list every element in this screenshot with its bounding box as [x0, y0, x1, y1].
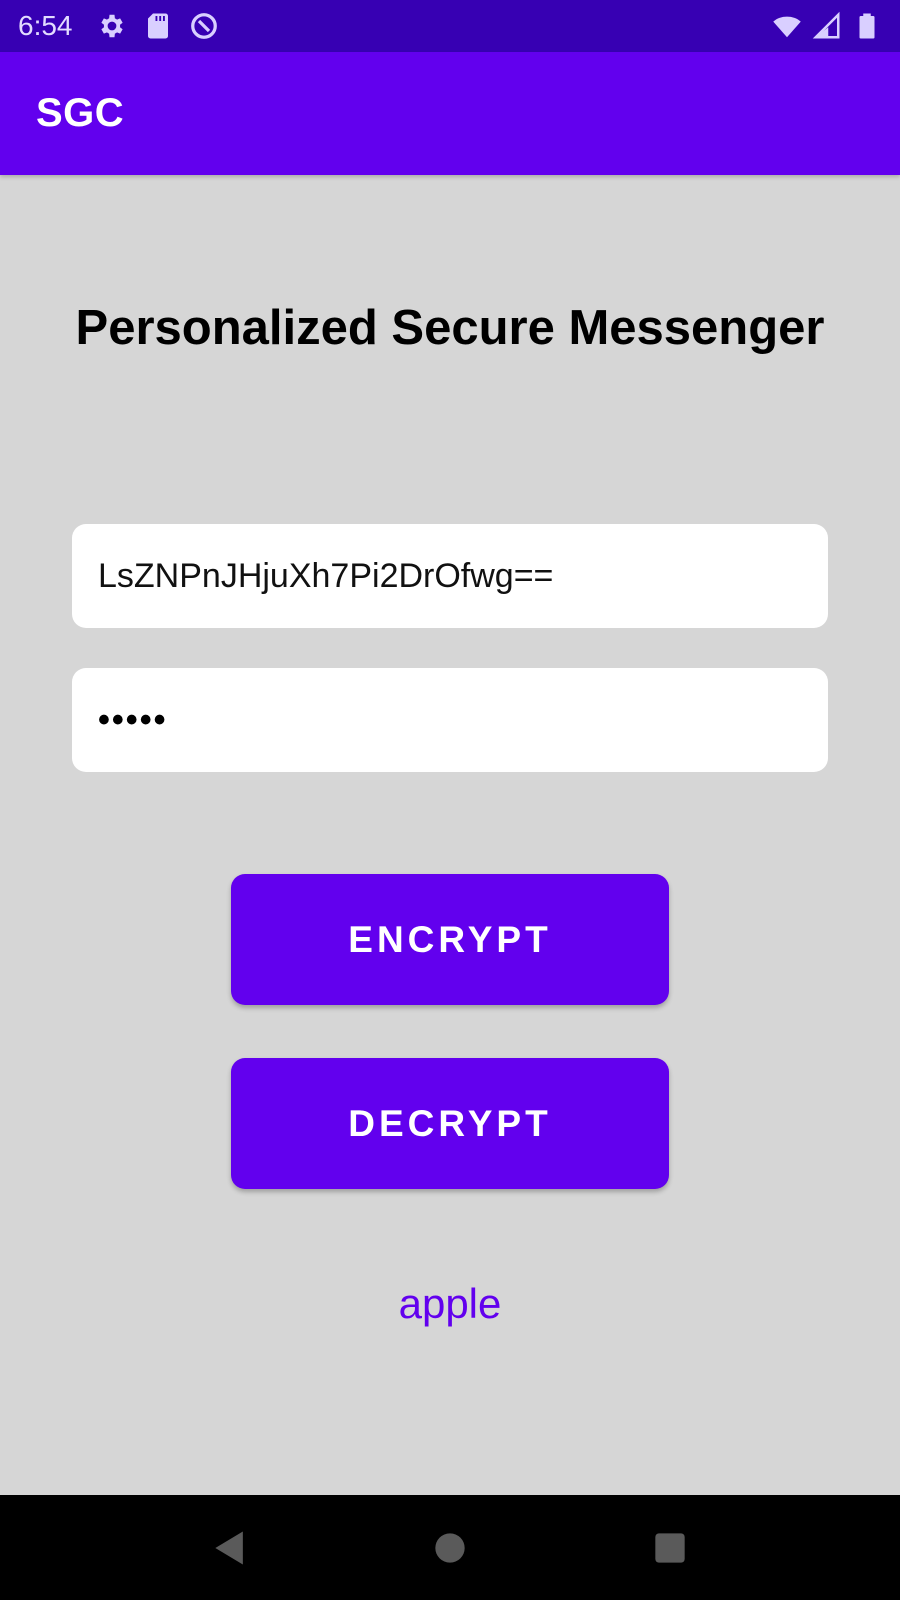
status-left-icons — [97, 11, 219, 41]
encrypt-button[interactable]: ENCRYPT — [231, 874, 669, 1005]
back-icon[interactable] — [208, 1526, 252, 1570]
recents-icon[interactable] — [648, 1526, 692, 1570]
app-title: SGC — [36, 91, 125, 135]
status-bar: 6:54 — [0, 0, 900, 52]
sd-card-icon — [143, 11, 173, 41]
wifi-icon — [772, 11, 802, 41]
result-text: apple — [398, 1280, 502, 1327]
password-input[interactable]: ••••• — [72, 668, 828, 772]
decrypt-button[interactable]: DECRYPT — [231, 1058, 669, 1189]
data-saver-icon — [189, 11, 219, 41]
password-input-value: ••••• — [98, 700, 168, 739]
app-bar: SGC — [0, 52, 900, 175]
status-time: 6:54 — [18, 10, 73, 41]
message-input[interactable]: LsZNPnJHjuXh7Pi2DrOfwg== — [72, 524, 828, 628]
navigation-bar — [0, 1495, 900, 1600]
page-heading: Personalized Secure Messenger — [75, 301, 825, 355]
cell-signal-icon — [812, 11, 842, 41]
message-input-value: LsZNPnJHjuXh7Pi2DrOfwg== — [98, 556, 554, 595]
home-icon[interactable] — [428, 1526, 472, 1570]
settings-icon — [97, 11, 127, 41]
battery-icon — [852, 11, 882, 41]
status-right-icons — [772, 11, 882, 41]
